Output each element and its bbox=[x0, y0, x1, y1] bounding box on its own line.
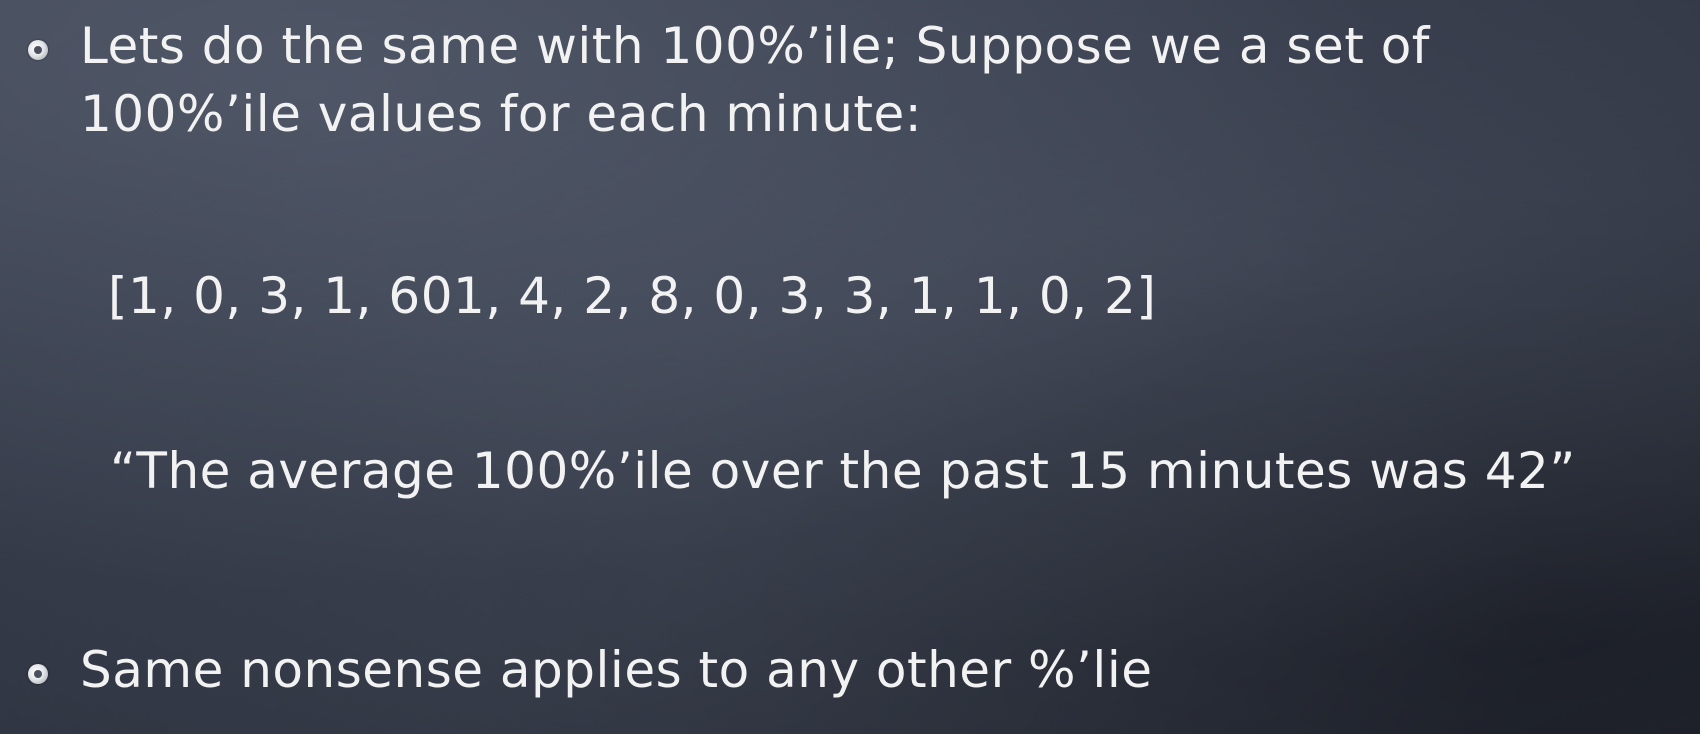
bullet-1-line-2: 100%’ile values for each minute: bbox=[80, 85, 923, 143]
data-array: [1, 0, 3, 1, 601, 4, 2, 8, 0, 3, 3, 1, 1… bbox=[108, 267, 1157, 325]
bullet-item-1: Lets do the same with 100%’ile; Suppose … bbox=[28, 12, 1430, 148]
bullet-text-2: Same nonsense applies to any other %’lie bbox=[80, 636, 1152, 704]
bullet-2-line-1: Same nonsense applies to any other %’lie bbox=[80, 641, 1153, 699]
bullet-text-1: Lets do the same with 100%’ile; Suppose … bbox=[80, 12, 1430, 148]
average-quote: “The average 100%’ile over the past 15 m… bbox=[110, 442, 1576, 500]
bullet-icon bbox=[28, 40, 48, 60]
bullet-1-line-1: Lets do the same with 100%’ile; Suppose … bbox=[80, 17, 1430, 75]
slide: Lets do the same with 100%’ile; Suppose … bbox=[0, 0, 1700, 734]
bullet-icon bbox=[28, 664, 48, 684]
bullet-item-2: Same nonsense applies to any other %’lie bbox=[28, 636, 1152, 704]
